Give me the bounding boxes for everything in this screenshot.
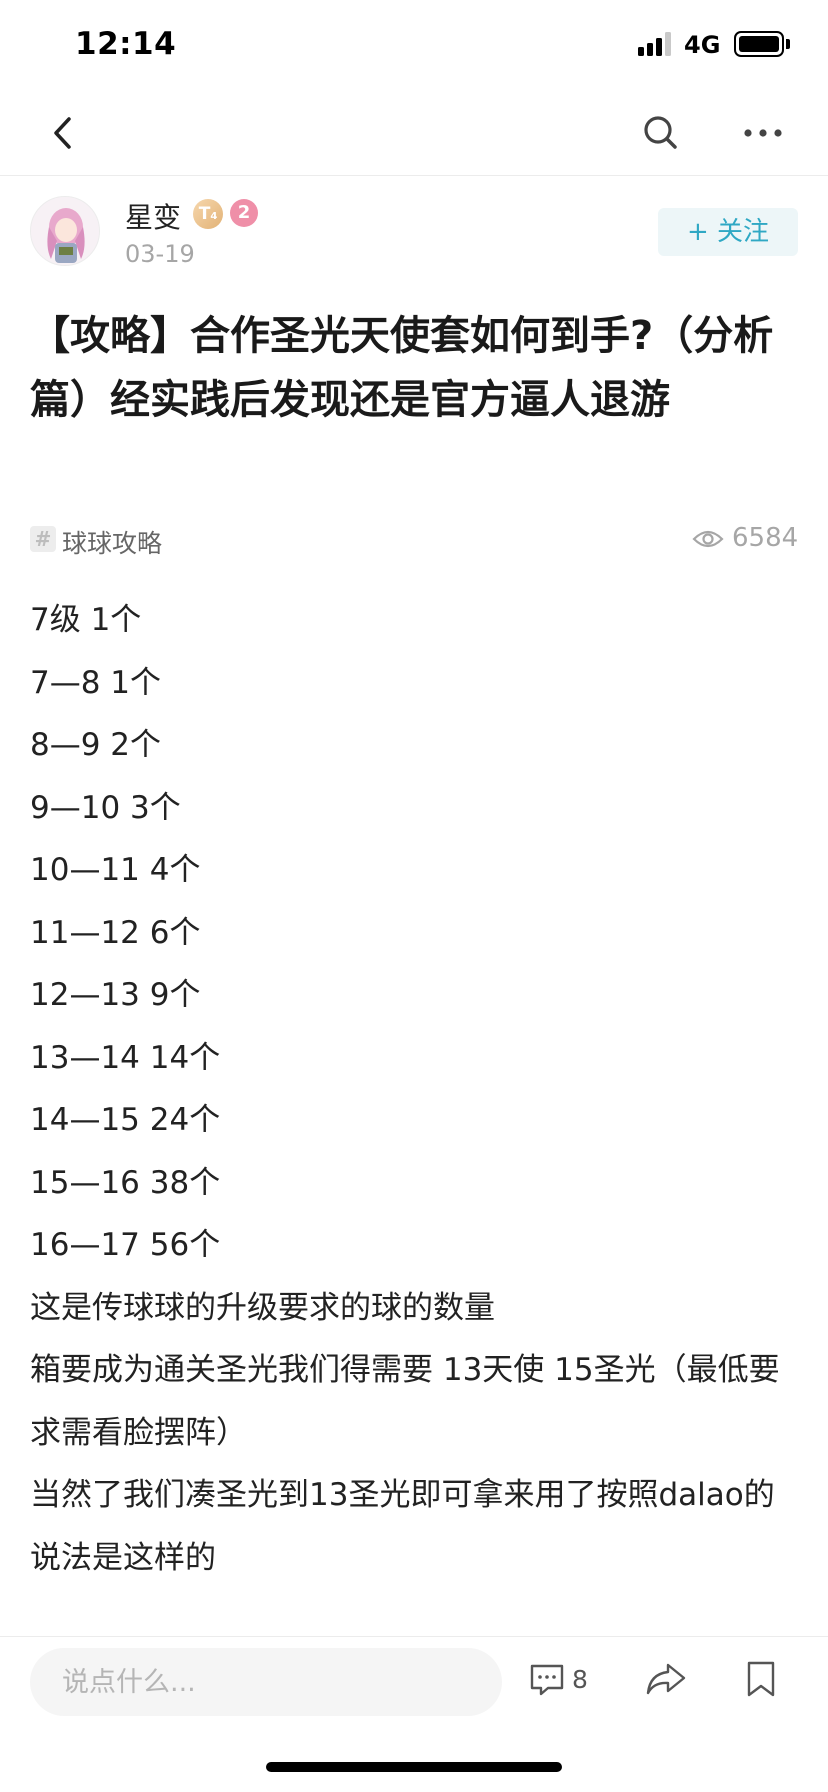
comment-input[interactable]	[30, 1648, 502, 1716]
tag-row: # 球球攻略 6584	[0, 518, 828, 562]
author-name[interactable]: 星变	[125, 196, 181, 236]
eye-icon	[692, 530, 724, 548]
home-indicator	[266, 1762, 562, 1772]
body-line: 11—12 6个	[30, 914, 201, 951]
body-line: 9—10 3个	[30, 789, 181, 826]
follow-button[interactable]: + 关注	[658, 208, 798, 256]
bottom-bar: 8	[0, 1636, 828, 1736]
status-time: 12:14	[75, 26, 177, 62]
comment-icon	[530, 1664, 564, 1696]
body-line: 12—13 9个	[30, 977, 201, 1013]
body-line: 16—17 56个	[30, 1227, 221, 1263]
body-line: 13—14 14个	[30, 1039, 221, 1076]
body-line: 14—15 24个	[30, 1102, 221, 1138]
signal-icon	[638, 32, 672, 56]
back-button[interactable]	[38, 108, 88, 158]
share-button[interactable]	[644, 1659, 688, 1699]
avatar-image	[31, 197, 99, 265]
hashtag-icon: #	[30, 526, 56, 552]
comment-button[interactable]: 8	[528, 1661, 598, 1701]
body-line: 箱要成为通关圣光我们得需要 13天使 15圣光（最低要求需看脸摆阵）	[30, 1352, 780, 1451]
author-row: 星变 T4 2 03-19 + 关注	[0, 176, 828, 286]
chevron-left-icon	[54, 117, 71, 149]
bookmark-button[interactable]	[742, 1659, 780, 1699]
bookmark-icon	[747, 1661, 775, 1697]
post-date: 03-19	[125, 240, 195, 268]
avatar[interactable]	[30, 196, 100, 266]
comment-count: 8	[572, 1665, 588, 1694]
body-line: 10—11 4个	[30, 852, 201, 888]
body-line: 这是传球球的升级要求的球的数量	[30, 1289, 495, 1326]
rank-badge-sub: 4	[210, 211, 218, 222]
topic-tag[interactable]: 球球攻略	[62, 524, 162, 560]
post-title: 【攻略】合作圣光天使套如何到手?（分析篇）经实践后发现还是官方逼人退游	[30, 313, 774, 423]
post-body: 7级 1个 7—8 1个 8—9 2个 9—10 3个 10—11 4个 11—…	[30, 589, 800, 1589]
rank-badge-label: T	[198, 204, 211, 224]
network-label: 4G	[684, 31, 721, 59]
view-count: 6584	[732, 523, 799, 553]
nav-bar	[0, 90, 828, 176]
share-icon	[646, 1663, 686, 1695]
battery-cap	[786, 39, 790, 49]
search-icon	[644, 116, 677, 149]
status-bar: 12:14 4G	[0, 0, 828, 90]
body-line: 8—9 2个	[30, 727, 162, 763]
body-line: 当然了我们凑圣光到13圣光即可拿来用了按照dalao的说法是这样的	[30, 1477, 775, 1576]
body-line: 7级 1个	[30, 602, 142, 638]
search-button[interactable]	[636, 108, 686, 158]
level-badge: 2	[230, 199, 258, 227]
body-line: 7—8 1个	[30, 664, 162, 701]
battery-icon	[734, 31, 784, 57]
more-horizontal-icon	[744, 129, 782, 137]
rank-badge: T4	[193, 199, 223, 229]
more-button[interactable]	[738, 108, 788, 158]
body-line: 15—16 38个	[30, 1164, 221, 1201]
